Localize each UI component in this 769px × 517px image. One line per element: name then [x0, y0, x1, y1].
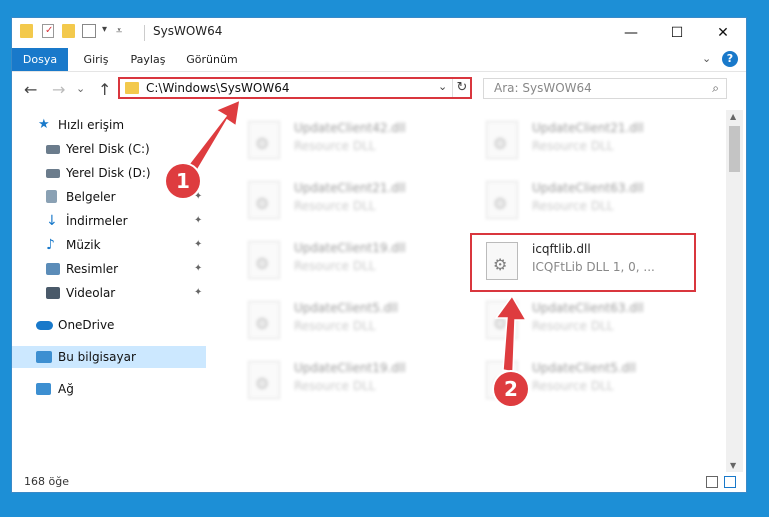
arrow-2 [494, 294, 528, 373]
callout-2-badge: 2 [494, 372, 528, 406]
callout-1-badge: 1 [166, 164, 200, 198]
annotation-arrows [184, 98, 528, 373]
arrow-1 [184, 98, 241, 176]
